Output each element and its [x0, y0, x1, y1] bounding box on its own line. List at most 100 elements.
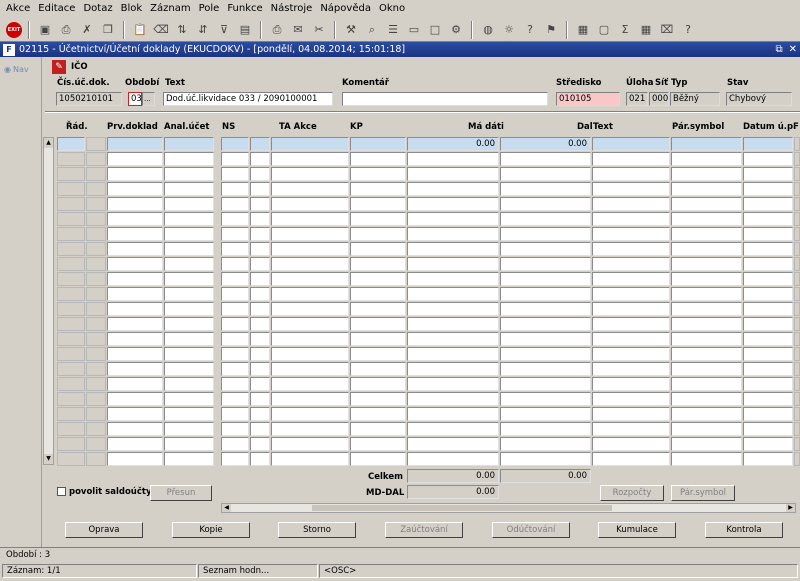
table-cell-datum[interactable]: [743, 272, 793, 286]
list-icon[interactable]: ☰: [384, 21, 402, 39]
table-cell-prv[interactable]: [107, 347, 163, 361]
table-cell-par[interactable]: [671, 152, 742, 166]
parsymbol-button[interactable]: Pár.symbol: [671, 485, 735, 501]
table-cell-ta[interactable]: [271, 362, 349, 376]
table-cell-datum[interactable]: [743, 287, 793, 301]
table-cell-ns[interactable]: [221, 392, 249, 406]
table-cell-dal[interactable]: 0.00: [500, 137, 591, 151]
table-cell-rad[interactable]: [57, 317, 85, 331]
table-cell-ta[interactable]: [271, 227, 349, 241]
table-cell-par[interactable]: [671, 302, 742, 316]
table-cell-ta[interactable]: [271, 212, 349, 226]
table-cell-anal[interactable]: [164, 362, 214, 376]
table-cell-ns[interactable]: [221, 257, 249, 271]
table-cell-anal[interactable]: [164, 167, 214, 181]
table-cell-par[interactable]: [671, 332, 742, 346]
table-cell-ta[interactable]: [271, 257, 349, 271]
table-cell-ns2[interactable]: [250, 227, 270, 241]
table-cell-kp[interactable]: [350, 287, 406, 301]
table-cell-kp[interactable]: [350, 437, 406, 451]
table-cell-dal[interactable]: [500, 272, 591, 286]
table-cell-ta[interactable]: [271, 167, 349, 181]
save-icon[interactable]: ▣: [36, 21, 54, 39]
table-cell-kp[interactable]: [350, 242, 406, 256]
menu-item-4[interactable]: Záznam: [146, 0, 194, 18]
table-cell-ns2[interactable]: [250, 167, 270, 181]
table-cell-kp[interactable]: [350, 302, 406, 316]
table-cell-dal[interactable]: [500, 392, 591, 406]
table-cell-rad[interactable]: [57, 137, 85, 151]
table-cell-md[interactable]: [407, 377, 499, 391]
table-cell-par[interactable]: [671, 137, 742, 151]
table-cell-rad[interactable]: [57, 212, 85, 226]
menu-item-1[interactable]: Editace: [34, 0, 79, 18]
table-cell-anal[interactable]: [164, 332, 214, 346]
table-cell-dal[interactable]: [500, 452, 591, 466]
table-cell-par[interactable]: [671, 287, 742, 301]
table-cell-ta[interactable]: [271, 332, 349, 346]
table-cell-anal[interactable]: [164, 437, 214, 451]
table-cell-text[interactable]: [592, 422, 670, 436]
table-cell-md[interactable]: [407, 227, 499, 241]
table-cell-kp[interactable]: [350, 392, 406, 406]
table-cell-prv[interactable]: [107, 422, 163, 436]
restore-icon[interactable]: ⧉: [775, 44, 782, 55]
table-cell-md[interactable]: [407, 407, 499, 421]
table-cell-ta[interactable]: [271, 197, 349, 211]
table-cell-ns2[interactable]: [250, 362, 270, 376]
table-cell-ns[interactable]: [221, 227, 249, 241]
table-cell-rad[interactable]: [57, 182, 85, 196]
table-cell-rad[interactable]: [57, 272, 85, 286]
table-cell-rad[interactable]: [57, 287, 85, 301]
table-cell-ta[interactable]: [271, 182, 349, 196]
table-cell-ns[interactable]: [221, 212, 249, 226]
calendar-icon[interactable]: ▦: [574, 21, 592, 39]
table-cell-prv[interactable]: [107, 437, 163, 451]
table-cell-ta[interactable]: [271, 422, 349, 436]
table-cell-par[interactable]: [671, 377, 742, 391]
table-cell-kp[interactable]: [350, 167, 406, 181]
kopie-button[interactable]: Kopie: [172, 522, 250, 538]
copy-icon[interactable]: ❐: [99, 21, 117, 39]
table-cell-text[interactable]: [592, 257, 670, 271]
table-cell-prv[interactable]: [107, 257, 163, 271]
table-cell-md[interactable]: [407, 422, 499, 436]
table-cell-kp[interactable]: [350, 257, 406, 271]
table-cell-ns2[interactable]: [250, 272, 270, 286]
table-cell-ns2[interactable]: [250, 137, 270, 151]
table-cell-anal[interactable]: [164, 137, 214, 151]
filter-icon[interactable]: ⊽: [215, 21, 233, 39]
printer-icon[interactable]: ⎙: [268, 21, 286, 39]
question-icon[interactable]: ?: [679, 21, 697, 39]
table-cell-ns2[interactable]: [250, 347, 270, 361]
table-cell-text[interactable]: [592, 242, 670, 256]
table-cell-md[interactable]: [407, 182, 499, 196]
table-cell-datum[interactable]: [743, 302, 793, 316]
table-cell-ns[interactable]: [221, 272, 249, 286]
table-cell-datum[interactable]: [743, 377, 793, 391]
table-cell-ns[interactable]: [221, 287, 249, 301]
table-cell-ta[interactable]: [271, 407, 349, 421]
table-cell-kp[interactable]: [350, 332, 406, 346]
table-cell-prv[interactable]: [107, 242, 163, 256]
menu-item-7[interactable]: Nástroje: [267, 0, 317, 18]
table-cell-par[interactable]: [671, 407, 742, 421]
table-cell-text[interactable]: [592, 302, 670, 316]
table-cell-anal[interactable]: [164, 257, 214, 271]
table-cell-anal[interactable]: [164, 407, 214, 421]
table-cell-ta[interactable]: [271, 392, 349, 406]
table-cell-kp[interactable]: [350, 407, 406, 421]
oprava-button[interactable]: Oprava: [65, 522, 143, 538]
table-cell-text[interactable]: [592, 437, 670, 451]
table-cell-md[interactable]: 0.00: [407, 137, 499, 151]
table-cell-par[interactable]: [671, 182, 742, 196]
table-cell-ns[interactable]: [221, 407, 249, 421]
table-cell-par[interactable]: [671, 422, 742, 436]
table-cell-anal[interactable]: [164, 392, 214, 406]
table-cell-anal[interactable]: [164, 197, 214, 211]
table-cell-anal[interactable]: [164, 152, 214, 166]
table-cell-anal[interactable]: [164, 452, 214, 466]
table-cell-par[interactable]: [671, 272, 742, 286]
mail-icon[interactable]: ✉: [289, 21, 307, 39]
table-cell-dal[interactable]: [500, 257, 591, 271]
